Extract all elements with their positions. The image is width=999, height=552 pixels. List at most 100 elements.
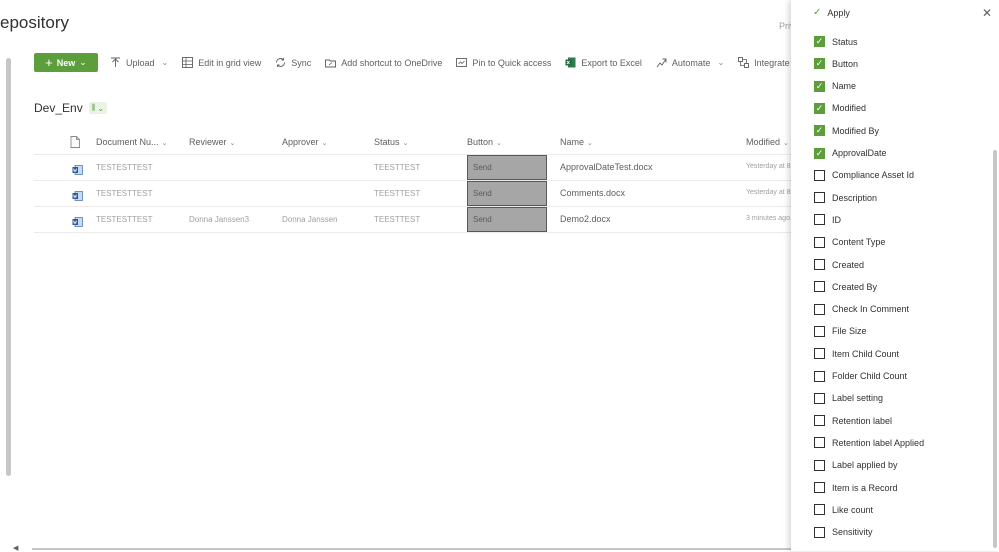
cell-status: TEESTTEST [374,163,421,172]
column-option-file-size[interactable]: File Size [814,325,867,337]
column-option-status[interactable]: ✓ Status [814,36,858,47]
column-header-document-number[interactable]: Document Nu... ⌄ [96,137,167,147]
close-icon[interactable]: ✕ [982,6,992,20]
command-bar: + New ⌄ Upload ⌄ Edit in grid view Sync Add … [34,53,803,72]
column-option-name[interactable]: ✓ Name [814,80,857,92]
toolbar-edit-in-grid-view-button[interactable]: Edit in grid view [182,57,261,68]
column-option-retention-label-applied[interactable]: Retention label Applied [814,437,924,449]
column-option-modified-by[interactable]: ✓ Modified By [814,125,879,137]
send-button[interactable]: Send [467,207,547,232]
checkbox[interactable]: ✓ [814,147,825,159]
checkbox[interactable]: ✓ [814,58,825,70]
shortcut-icon [325,57,337,68]
column-option-approvaldate[interactable]: ✓ ApprovalDate [814,147,887,159]
page-title: epository [0,13,69,32]
table-row[interactable]: TESTESTTEST Donna Janssen3 Donna Janssen TE… [34,207,794,233]
toolbar-add-shortcut-to-onedrive-button[interactable]: Add shortcut to OneDrive [325,57,442,68]
send-button[interactable]: Send [467,155,547,180]
column-option-sensitivity[interactable]: Sensitivity [814,526,873,538]
table-row[interactable]: TESTESTTEST TEESTTEST Send ApprovalDateTest… [34,155,794,181]
column-option-label: ID [832,214,841,225]
column-option-created-by[interactable]: Created By [814,281,877,293]
toolbar-pin-to-quick-access-button[interactable]: Pin to Quick access [456,57,551,68]
column-option-button[interactable]: ✓ Button [814,58,858,70]
checkbox[interactable] [814,526,825,538]
column-option-item-is-a-record[interactable]: Item is a Record [814,482,898,493]
column-option-modified[interactable]: ✓ Modified [814,102,866,114]
cell-file-name[interactable]: Comments.docx [560,188,625,198]
excel-icon [565,57,576,68]
cell-file-name[interactable]: ApprovalDateTest.docx [560,162,653,172]
upload-icon [110,57,121,68]
checkbox[interactable] [814,504,825,516]
toolbar-export-to-excel-button[interactable]: Export to Excel [565,57,642,68]
column-option-label-setting[interactable]: Label setting [814,392,883,404]
column-option-label: Compliance Asset Id [832,170,915,181]
checkbox[interactable] [814,437,825,449]
chevron-down-icon: ⌄ [161,58,169,67]
toolbar-upload-button[interactable]: Upload ⌄ [110,57,168,68]
chevron-down-icon: ⌄ [587,140,593,147]
checkbox[interactable] [814,325,825,337]
table-row[interactable]: TESTESTTEST TEESTTEST Send Comments.docx Yes… [34,181,794,207]
column-option-compliance-asset-id[interactable]: Compliance Asset Id [814,169,915,181]
checkbox[interactable] [814,348,825,360]
automate-icon [656,57,667,68]
chevron-down-icon: ⌄ [496,140,502,147]
toolbar-sync-button[interactable]: Sync [275,57,311,68]
checkbox[interactable] [814,482,825,493]
checkbox[interactable]: ✓ [814,80,825,92]
checkbox[interactable] [814,169,825,181]
column-option-label: File Size [832,326,867,337]
checkbox[interactable] [814,392,825,404]
panel-scrollbar[interactable] [993,150,997,548]
file-type-icon[interactable] [70,135,80,153]
chevron-down-icon: ⌄ [97,103,105,113]
vertical-scrollbar[interactable] [6,58,11,476]
column-option-label-applied-by[interactable]: Label applied by [814,459,898,471]
column-option-content-type[interactable]: Content Type [814,236,885,248]
column-option-label: Folder Child Count [832,371,908,381]
checkbox[interactable] [814,459,825,471]
column-header-name[interactable]: Name ⌄ [560,137,593,147]
column-header-button[interactable]: Button ⌄ [467,137,502,147]
checkbox[interactable] [814,370,825,382]
column-option-label: Name [832,81,857,92]
column-header-reviewer[interactable]: Reviewer ⌄ [189,137,235,147]
column-option-retention-label[interactable]: Retention label [814,415,893,427]
checkbox[interactable] [814,259,825,270]
column-option-item-child-count[interactable]: Item Child Count [814,348,899,360]
new-button[interactable]: + New ⌄ [34,53,98,72]
column-option-folder-child-count[interactable]: Folder Child Count [814,370,908,382]
apply-button[interactable]: ✓ Apply [813,7,850,18]
column-header-modified[interactable]: Modified ⌄ [746,137,789,147]
new-button-label: New [56,57,76,68]
column-option-description[interactable]: Description [814,192,877,204]
cell-file-name[interactable]: Demo2.docx [560,214,611,224]
checkbox[interactable] [814,192,825,204]
column-option-check-in-comment[interactable]: Check In Comment [814,303,909,315]
checkbox[interactable]: ✓ [814,102,825,114]
checkbox[interactable] [814,303,825,315]
checkbox[interactable] [814,236,825,248]
column-option-created[interactable]: Created [814,259,864,270]
cell-approver: Donna Janssen [282,215,338,224]
column-header-status[interactable]: Status ⌄ [374,137,408,147]
list-header: Document Nu... ⌄ Reviewer ⌄ Approver ⌄ Stat… [34,132,794,155]
checkbox[interactable]: ✓ [814,36,825,47]
column-option-id[interactable]: ID [814,214,841,226]
column-option-label: Retention label [832,415,893,426]
checkbox[interactable]: ✓ [814,125,825,137]
apply-label: Apply [827,7,850,18]
plus-icon: + [45,55,53,70]
view-switcher[interactable]: ⫼ ⌄ [88,102,108,114]
column-option-like-count[interactable]: Like count [814,504,873,516]
column-header-approver[interactable]: Approver ⌄ [282,137,327,147]
toolbar-automate-button[interactable]: Automate ⌄ [656,57,724,68]
toolbar-item-label: Integrate [754,57,790,68]
horizontal-scrollbar[interactable] [32,548,791,550]
checkbox[interactable] [814,415,825,427]
checkbox[interactable] [814,281,825,293]
checkbox[interactable] [814,214,825,226]
send-button[interactable]: Send [467,181,547,206]
